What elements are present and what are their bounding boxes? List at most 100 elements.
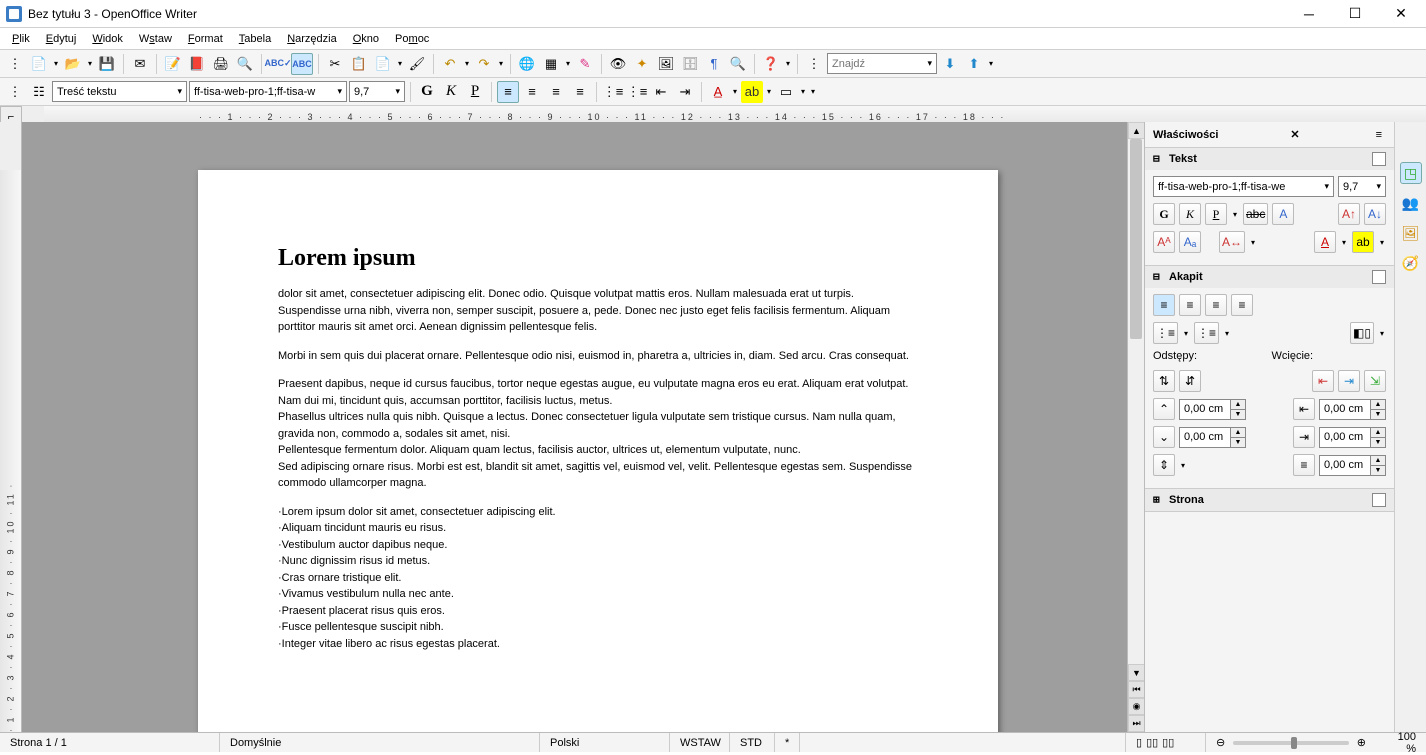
nav-button[interactable]: ◉: [1128, 698, 1145, 715]
menu-view[interactable]: Widok: [84, 30, 131, 48]
line-spacing-drop[interactable]: ▾: [1179, 461, 1187, 470]
find-overflow[interactable]: ▾: [987, 59, 995, 68]
doc-p4[interactable]: Phasellus ultrices nulla quis nibh. Quis…: [278, 409, 918, 442]
format-paintbrush-button[interactable]: 🖌: [406, 53, 428, 75]
side-align-justify[interactable]: ≡: [1231, 294, 1253, 316]
multi-page-icon[interactable]: ▯▯: [1146, 736, 1158, 749]
zoom-slider[interactable]: [1233, 741, 1349, 745]
tab-navigator-icon[interactable]: 🧭: [1400, 252, 1422, 274]
underline-button[interactable]: P: [464, 81, 486, 103]
gallery-button[interactable]: 🖼: [655, 53, 677, 75]
side-numbering-button[interactable]: ⋮≡: [1194, 322, 1219, 344]
highlight-dropdown[interactable]: ▾: [765, 87, 773, 96]
section-page-header[interactable]: ⊞Strona: [1145, 489, 1394, 511]
space-below-spinner[interactable]: ▲▼: [1179, 427, 1246, 448]
open-dropdown[interactable]: ▾: [86, 59, 94, 68]
side-bullets-drop[interactable]: ▾: [1182, 329, 1190, 338]
table-button[interactable]: ▦: [540, 53, 562, 75]
handle3-icon[interactable]: ⋮: [4, 81, 26, 103]
show-draw-button[interactable]: ✎: [574, 53, 596, 75]
menu-help[interactable]: Pomoc: [387, 30, 437, 48]
sidebar-menu-icon[interactable]: ≡: [1372, 129, 1386, 141]
font-size-combo[interactable]: 9,7▾: [349, 81, 405, 102]
export-pdf-button[interactable]: 📕: [186, 53, 208, 75]
side-spacing-drop[interactable]: ▾: [1249, 238, 1257, 247]
close-button[interactable]: ✕: [1378, 0, 1424, 28]
side-subscript-button[interactable]: Aₐ: [1179, 231, 1201, 253]
new-doc-dropdown[interactable]: ▾: [52, 59, 60, 68]
vertical-ruler[interactable]: · 1 · 2 · 3 · 4 · 5 · 6 · 7 · 8 · 9 · 10…: [0, 122, 22, 732]
scroll-track[interactable]: [1128, 139, 1144, 664]
increase-indent-button[interactable]: ⇥: [674, 81, 696, 103]
print-preview-button[interactable]: 🔍: [234, 53, 256, 75]
side-italic-button[interactable]: K: [1179, 203, 1201, 225]
firstline-input[interactable]: [1320, 456, 1370, 475]
down3-icon[interactable]: ▼: [1231, 438, 1245, 447]
font-color-dropdown[interactable]: ▾: [731, 87, 739, 96]
doc-p2[interactable]: Morbi in sem quis dui placerat ornare. P…: [278, 348, 918, 365]
bgcolor-button[interactable]: ▭: [775, 81, 797, 103]
doc-heading[interactable]: Lorem ipsum: [278, 240, 918, 276]
scroll-thumb[interactable]: [1130, 139, 1142, 339]
up5-icon[interactable]: ▲: [1371, 456, 1385, 466]
doc-p5[interactable]: Pellentesque fermentum dolor. Aliquam qu…: [278, 442, 918, 459]
side-bg-drop[interactable]: ▾: [1378, 329, 1386, 338]
up2-icon[interactable]: ▲: [1371, 400, 1385, 410]
sidebar-close-icon[interactable]: ✕: [1286, 128, 1303, 141]
line-spacing-button[interactable]: ⇕: [1153, 454, 1175, 476]
zoom-button[interactable]: 🔍: [727, 53, 749, 75]
side-grow-font-button[interactable]: A↑: [1338, 203, 1360, 225]
paste-button[interactable]: 📄: [372, 53, 394, 75]
status-view-layout[interactable]: ▯ ▯▯ ▯▯: [1126, 733, 1206, 752]
doc-b7[interactable]: ·Praesent placerat risus quis eros.: [278, 603, 918, 620]
doc-b9[interactable]: ·Integer vitae libero ac risus egestas p…: [278, 636, 918, 653]
paragraph-style-combo[interactable]: Treść tekstu▾: [52, 81, 187, 102]
find-next-button[interactable]: ⬇: [939, 53, 961, 75]
zoom-out-icon[interactable]: ⊖: [1216, 736, 1225, 749]
side-size-combo[interactable]: 9,7▾: [1338, 176, 1386, 197]
highlight-button[interactable]: ab: [741, 81, 763, 103]
scroll-up-button[interactable]: ▲: [1128, 122, 1145, 139]
find-replace-button[interactable]: 👁: [607, 53, 629, 75]
status-modified[interactable]: *: [775, 733, 800, 752]
section-page-more-icon[interactable]: [1372, 493, 1386, 507]
italic-button[interactable]: K: [440, 81, 462, 103]
mail-button[interactable]: ✉: [129, 53, 151, 75]
section-para-more-icon[interactable]: [1372, 270, 1386, 284]
side-underline-button[interactable]: P: [1205, 203, 1227, 225]
inc-para-spacing-button[interactable]: ⇅: [1153, 370, 1175, 392]
numbering-button[interactable]: ⋮≡: [602, 81, 624, 103]
status-zoom[interactable]: ⊖ ⊕: [1206, 733, 1376, 752]
side-spacing-button[interactable]: A↔: [1219, 231, 1245, 253]
menu-table[interactable]: Tabela: [231, 30, 279, 48]
zoom-percent[interactable]: 100 %: [1376, 733, 1426, 752]
document-area[interactable]: Lorem ipsum dolor sit amet, consectetuer…: [22, 122, 1127, 732]
open-button[interactable]: 📂: [62, 53, 84, 75]
side-shadow-button[interactable]: A: [1272, 203, 1294, 225]
find-input[interactable]: [832, 58, 912, 70]
edit-file-button[interactable]: 📝: [162, 53, 184, 75]
side-fontcolor-drop[interactable]: ▾: [1340, 238, 1348, 247]
space-above-input[interactable]: [1180, 400, 1230, 419]
up4-icon[interactable]: ▲: [1371, 428, 1385, 438]
side-bg-button[interactable]: ◧▯: [1350, 322, 1374, 344]
align-center-button[interactable]: ≡: [521, 81, 543, 103]
spellcheck-button[interactable]: ABC✓: [267, 53, 289, 75]
side-highlight-drop[interactable]: ▾: [1378, 238, 1386, 247]
side-bullets-button[interactable]: ⋮≡: [1153, 322, 1178, 344]
status-signature[interactable]: [800, 733, 1126, 752]
menu-insert[interactable]: Wstaw: [131, 30, 180, 48]
font-color-button[interactable]: A̲: [707, 81, 729, 103]
status-style[interactable]: Domyślnie: [220, 733, 540, 752]
side-superscript-button[interactable]: Aᴬ: [1153, 231, 1175, 253]
handle2-icon[interactable]: ⋮: [803, 53, 825, 75]
handle-icon[interactable]: ⋮: [4, 53, 26, 75]
new-doc-button[interactable]: 📄: [28, 53, 50, 75]
decrease-indent-button[interactable]: ⇤: [650, 81, 672, 103]
dec-para-spacing-button[interactable]: ⇵: [1179, 370, 1201, 392]
space-above-spinner[interactable]: ▲▼: [1179, 399, 1246, 420]
down4-icon[interactable]: ▼: [1371, 438, 1385, 447]
print-button[interactable]: 🖨: [210, 53, 232, 75]
status-language[interactable]: Polski: [540, 733, 670, 752]
save-button[interactable]: 💾: [96, 53, 118, 75]
